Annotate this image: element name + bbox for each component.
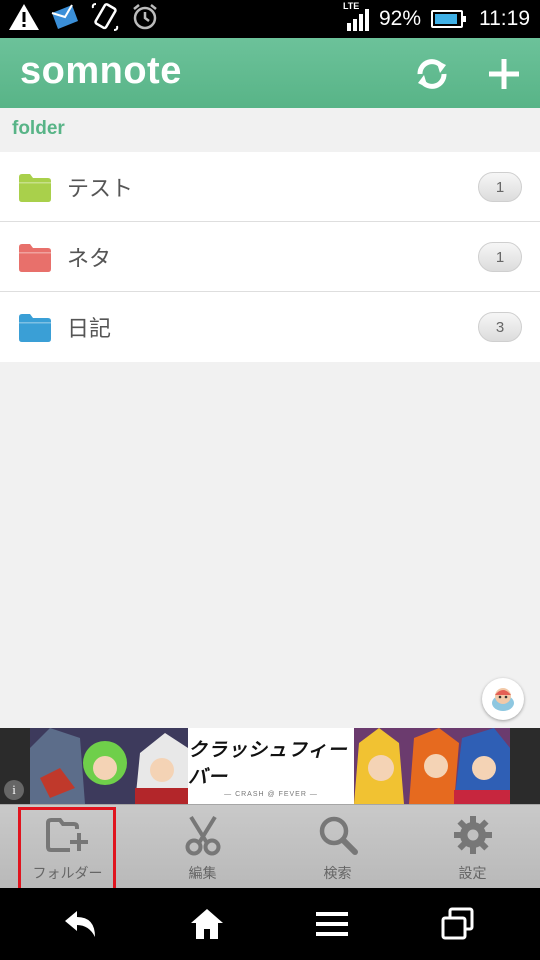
home-icon: [191, 909, 223, 939]
search-icon: [319, 816, 358, 855]
folder-row[interactable]: テスト 1: [0, 152, 540, 222]
ad-info-icon[interactable]: i: [4, 780, 24, 800]
menu-button[interactable]: [310, 904, 354, 944]
mascot-button[interactable]: [482, 678, 524, 720]
ad-title: クラッシュフィーバー: [188, 738, 348, 788]
toolbar-search-button[interactable]: 検索: [270, 805, 405, 889]
folder-icon: [19, 244, 51, 272]
count-badge: 1: [478, 242, 522, 272]
menu-icon: [316, 912, 348, 936]
back-button[interactable]: [58, 904, 102, 944]
toolbar-settings-button[interactable]: 設定: [405, 805, 540, 889]
recent-apps-button[interactable]: [436, 904, 480, 944]
folder-list: テスト 1 ネタ 1 日記 3: [0, 152, 540, 362]
status-bar: LTE 92% 11:19: [0, 0, 540, 38]
toolbar-label: 設定: [458, 866, 487, 882]
highlight-box: [18, 807, 116, 891]
alarm-icon: [130, 2, 160, 36]
folder-name: テスト: [67, 176, 134, 202]
toolbar-label: 検索: [323, 866, 352, 882]
ad-title-panel: クラッシュフィーバー — CRASH @ FEVER —: [188, 728, 354, 804]
home-button[interactable]: [185, 904, 229, 944]
bottom-toolbar: フォルダー 編集 検索 設定: [0, 804, 540, 891]
add-icon: [489, 59, 519, 89]
gear-icon: [453, 816, 492, 854]
mascot-icon: [492, 688, 514, 711]
toolbar-edit-button[interactable]: 編集: [135, 805, 270, 889]
ad-artwork-right: [354, 728, 510, 804]
folder-icon: [19, 314, 51, 342]
notification-icons: [8, 2, 160, 36]
clock: 11:19: [479, 7, 530, 30]
app-screen: LTE 92% 11:19 somnote folder テスト 1 ネタ 1 …: [0, 0, 540, 960]
toolbar-label: 編集: [188, 866, 217, 882]
inbox-icon: [50, 3, 80, 35]
sync-icon: [417, 59, 447, 89]
folder-row[interactable]: ネタ 1: [0, 222, 540, 292]
back-icon: [65, 911, 95, 937]
network-type: LTE: [342, 1, 360, 11]
app-header: somnote: [0, 38, 540, 108]
scissors-icon: [185, 815, 220, 856]
folder-name: ネタ: [67, 246, 112, 272]
ad-artwork-left: [30, 728, 188, 804]
system-indicators: LTE 92% 11:19: [343, 0, 530, 38]
sync-button[interactable]: [410, 52, 454, 96]
rotate-icon: [90, 2, 120, 36]
ad-subtitle: — CRASH @ FEVER —: [224, 790, 318, 798]
section-label: folder: [12, 118, 65, 139]
battery-percent: 92%: [378, 7, 421, 30]
signal-icon: LTE: [343, 1, 369, 31]
add-button[interactable]: [482, 52, 526, 96]
count-badge: 3: [478, 312, 522, 342]
recent-apps-icon: [441, 907, 474, 940]
ad-banner[interactable]: クラッシュフィーバー — CRASH @ FEVER — i: [0, 728, 540, 804]
folder-row[interactable]: 日記 3: [0, 292, 540, 362]
system-nav-bar: [0, 888, 540, 960]
app-logo: somnote: [20, 50, 182, 92]
folder-icon: [19, 174, 51, 202]
count-badge: 1: [478, 172, 522, 202]
battery-icon: [431, 10, 466, 28]
folder-name: 日記: [67, 317, 112, 342]
warning-icon: [8, 3, 40, 35]
